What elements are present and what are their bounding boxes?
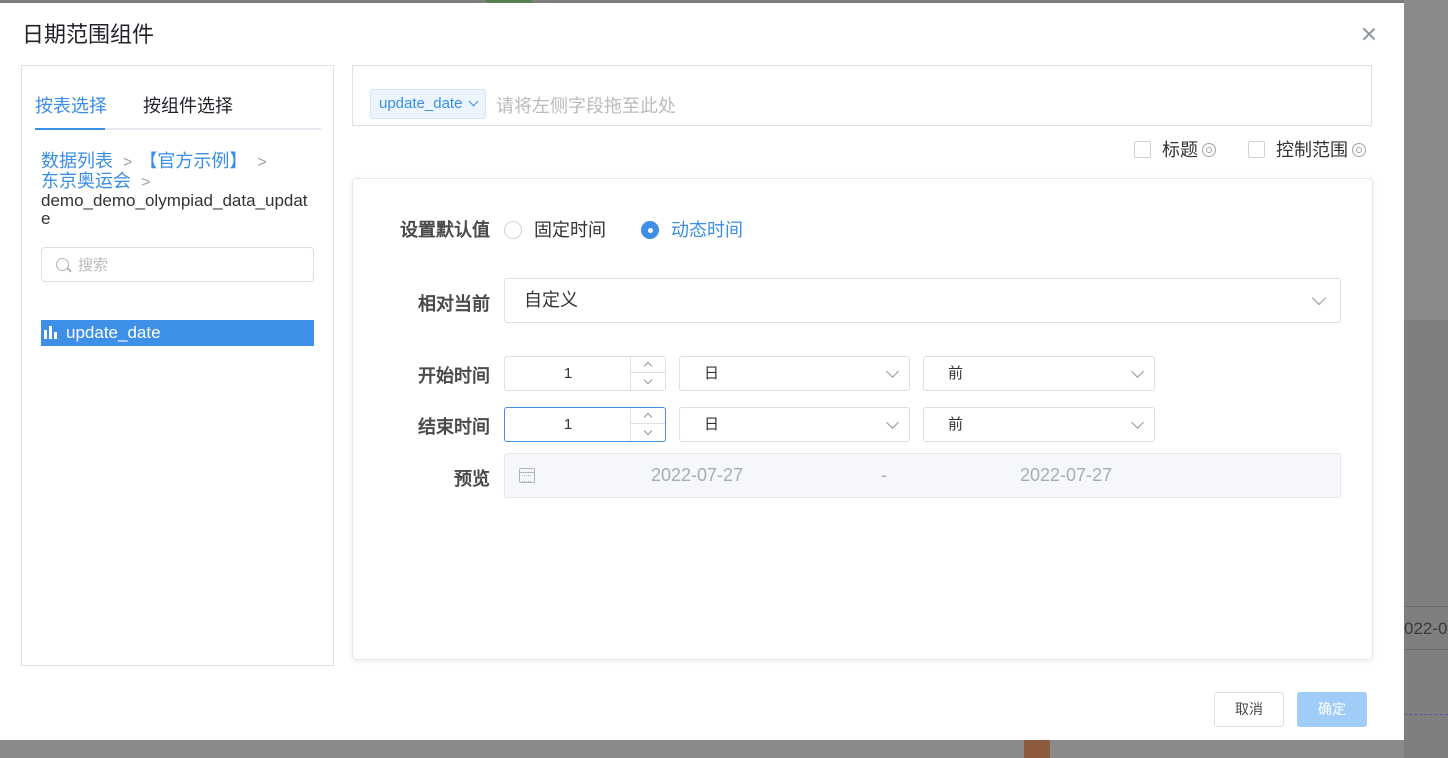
radio-label: 固定时间 xyxy=(534,220,606,240)
chevron-down-icon xyxy=(886,416,899,429)
tab-label: 按表选择 xyxy=(35,96,107,116)
default-value-label: 设置默认值 xyxy=(400,220,490,240)
tab-by-table[interactable]: 按表选择 xyxy=(35,92,107,118)
option-title: 标题 xyxy=(1134,136,1216,162)
radio-fixed-time[interactable]: 固定时间 xyxy=(504,216,606,242)
breadcrumb-current-table: demo_demo_olympiad_data_update xyxy=(41,191,308,228)
end-time-label: 结束时间 xyxy=(418,417,490,437)
background-bottom-area xyxy=(0,740,1404,758)
field-item-update-date[interactable]: update_date xyxy=(41,320,314,346)
decrement-button[interactable] xyxy=(631,425,665,441)
start-amount-value[interactable]: 1 xyxy=(505,357,631,390)
end-unit-select[interactable]: 日 xyxy=(679,407,910,442)
field-tag-update-date[interactable]: update_date xyxy=(370,89,487,119)
start-direction-select[interactable]: 前 xyxy=(923,356,1155,391)
start-unit-value: 日 xyxy=(704,365,720,382)
field-drop-zone[interactable]: update_date 请将左侧字段拖至此处 xyxy=(352,65,1372,126)
start-amount-stepper[interactable]: 1 xyxy=(504,356,666,391)
relative-label: 相对当前 xyxy=(418,294,490,314)
radio-dynamic-time[interactable]: 动态时间 xyxy=(641,216,743,242)
decrement-button[interactable] xyxy=(631,374,665,390)
gear-icon[interactable] xyxy=(1352,143,1366,157)
close-icon[interactable] xyxy=(1358,23,1380,45)
date-range-dialog: 日期范围组件 按表选择 按组件选择 数据列表 > 【官方示例】 > 东京奥运会 > de… xyxy=(0,3,1404,740)
chevron-down-icon xyxy=(886,365,899,378)
option-control-range: 控制范围 xyxy=(1248,136,1366,162)
chevron-right-icon: > xyxy=(257,154,267,171)
preview-date-range: 2022-07-27 - 2022-07-27 xyxy=(504,453,1341,498)
increment-button[interactable] xyxy=(631,357,665,373)
end-amount-value[interactable]: 1 xyxy=(505,408,631,441)
default-value-config: 设置默认值 固定时间 动态时间 相对当前 自定义 开始时间 1 日 前 结束时间… xyxy=(352,178,1373,660)
search-field[interactable] xyxy=(41,247,314,282)
breadcrumb-item-tokyo-olympics[interactable]: 东京奥运会 xyxy=(41,171,131,191)
chevron-down-icon xyxy=(468,96,479,107)
active-tab-indicator xyxy=(35,128,105,130)
radio-circle xyxy=(641,221,659,239)
stepper-controls xyxy=(630,408,665,441)
start-time-label: 开始时间 xyxy=(418,366,490,386)
background-bar xyxy=(1024,740,1050,758)
gear-icon[interactable] xyxy=(1202,143,1216,157)
control-range-checkbox[interactable] xyxy=(1248,141,1265,158)
radio-circle xyxy=(504,221,522,239)
breadcrumb: 数据列表 > 【官方示例】 > 东京奥运会 > demo_demo_olympiad_d… xyxy=(41,152,316,228)
tab-label: 按组件选择 xyxy=(143,96,233,116)
cancel-button[interactable]: 取消 xyxy=(1214,692,1284,727)
confirm-button[interactable]: 确定 xyxy=(1297,692,1367,727)
chevron-right-icon: > xyxy=(123,154,133,171)
background-date-fragment: 022-0 xyxy=(1404,606,1448,650)
title-checkbox-label: 标题 xyxy=(1162,140,1198,160)
bar-chart-icon xyxy=(44,326,58,339)
relative-select[interactable]: 自定义 xyxy=(504,278,1341,323)
end-unit-value: 日 xyxy=(704,416,720,433)
preview-separator: - xyxy=(881,465,887,485)
relative-select-value: 自定义 xyxy=(524,290,578,310)
background-dashed-line xyxy=(1404,714,1448,715)
stepper-controls xyxy=(630,357,665,390)
start-direction-value: 前 xyxy=(948,365,964,382)
field-tag-label: update_date xyxy=(379,95,463,112)
start-unit-select[interactable]: 日 xyxy=(679,356,910,391)
chevron-down-icon xyxy=(1131,365,1144,378)
calendar-icon xyxy=(519,468,535,483)
end-direction-value: 前 xyxy=(948,416,964,433)
field-item-label: update_date xyxy=(66,323,161,342)
background-right-area: 022-0 xyxy=(1404,0,1448,758)
control-range-checkbox-label: 控制范围 xyxy=(1276,140,1348,160)
preview-start-date: 2022-07-27 xyxy=(651,465,744,485)
field-selector-panel: 按表选择 按组件选择 数据列表 > 【官方示例】 > 东京奥运会 > demo_demo… xyxy=(21,65,334,666)
chevron-down-icon xyxy=(1131,416,1144,429)
search-input[interactable] xyxy=(78,254,298,276)
chevron-right-icon: > xyxy=(141,174,151,191)
background-panel xyxy=(1404,320,1448,758)
end-amount-stepper[interactable]: 1 xyxy=(504,407,666,442)
end-direction-select[interactable]: 前 xyxy=(923,407,1155,442)
selector-tabs: 按表选择 按组件选择 xyxy=(35,90,321,130)
radio-label: 动态时间 xyxy=(671,220,743,240)
title-checkbox[interactable] xyxy=(1134,141,1151,158)
breadcrumb-item-data-list[interactable]: 数据列表 xyxy=(41,151,113,171)
tab-by-component[interactable]: 按组件选择 xyxy=(143,92,233,118)
search-icon xyxy=(56,258,69,271)
breadcrumb-item-official-examples[interactable]: 【官方示例】 xyxy=(139,151,247,171)
dialog-title: 日期范围组件 xyxy=(22,22,155,47)
drop-hint: 请将左侧字段拖至此处 xyxy=(496,96,676,116)
preview-end-date: 2022-07-27 xyxy=(1020,465,1113,485)
chevron-down-icon xyxy=(1311,290,1327,306)
increment-button[interactable] xyxy=(631,408,665,424)
preview-label: 预览 xyxy=(454,469,490,489)
